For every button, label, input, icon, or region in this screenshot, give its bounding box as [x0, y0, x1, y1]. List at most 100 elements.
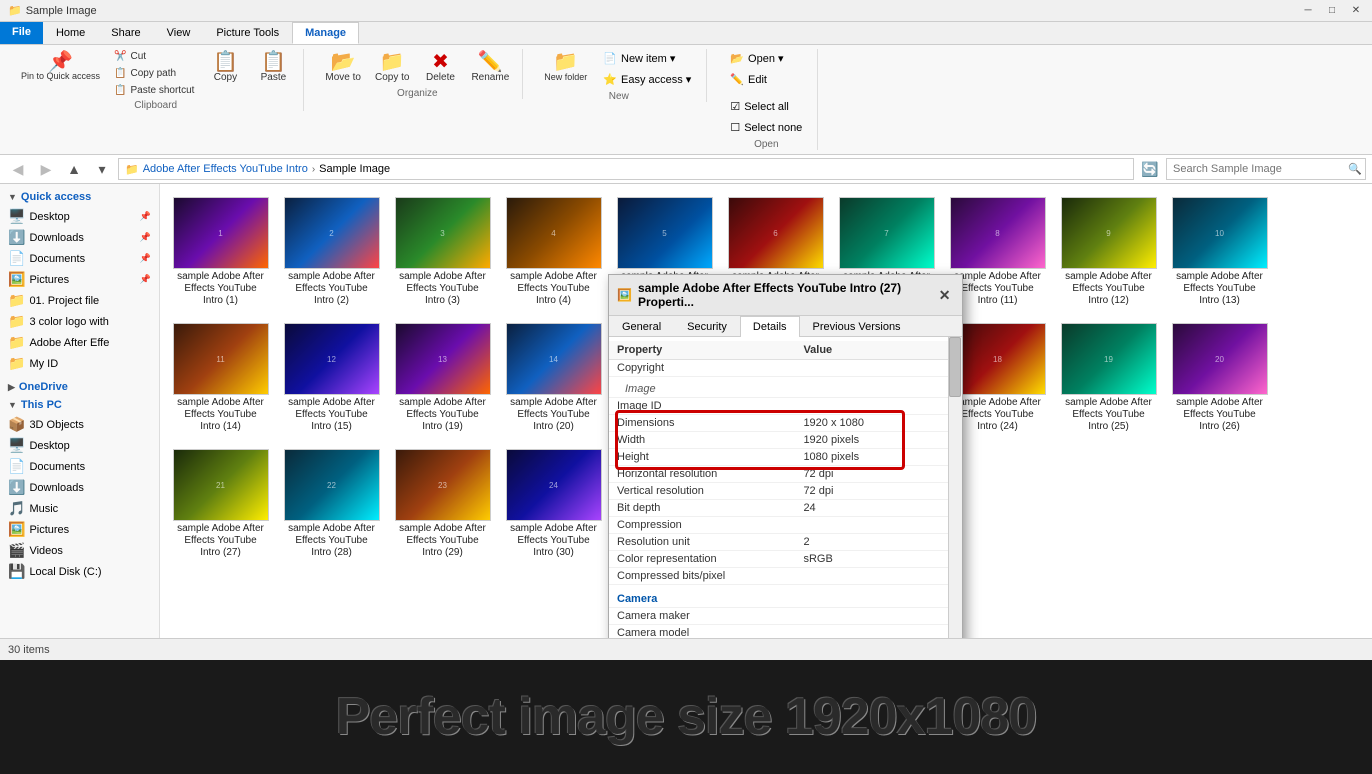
cut-button[interactable]: ✂️ Cut	[109, 49, 199, 64]
file-item[interactable]: 23 sample Adobe After Effects YouTube In…	[390, 444, 495, 564]
dialog-scroll-thumb[interactable]	[949, 337, 961, 397]
sidebar-item-pc-pictures[interactable]: 🖼️ Pictures	[0, 519, 159, 540]
file-item[interactable]: 10 sample Adobe After Effects YouTube In…	[1167, 192, 1272, 312]
new-folder-button[interactable]: 📁 New folder	[539, 49, 592, 85]
pin-button[interactable]: 📌 Pin to Quick access	[16, 49, 105, 85]
pin-indicator-pictures: 📌	[140, 274, 151, 285]
file-item[interactable]: 19 sample Adobe After Effects YouTube In…	[1056, 318, 1161, 438]
file-item[interactable]: 20 sample Adobe After Effects YouTube In…	[1167, 318, 1272, 438]
sidebar-item-3color[interactable]: 📁 3 color logo with	[0, 311, 159, 332]
maximize-button[interactable]: □	[1324, 4, 1340, 18]
sidebar-item-videos[interactable]: 🎬 Videos	[0, 540, 159, 561]
tab-share[interactable]: Share	[98, 22, 153, 44]
file-name: sample Adobe After Effects YouTube Intro…	[506, 271, 601, 307]
sidebar-item-adobe[interactable]: 📁 Adobe After Effe	[0, 332, 159, 353]
file-item[interactable]: 4 sample Adobe After Effects YouTube Int…	[501, 192, 606, 312]
easy-access-button[interactable]: ⭐ Easy access ▾	[596, 70, 698, 89]
tab-file[interactable]: File	[0, 22, 43, 44]
organize-group: 📂 Move to 📁 Copy to ✖ Delete ✏️ Rename O…	[312, 49, 523, 99]
tab-view[interactable]: View	[154, 22, 204, 44]
refresh-button[interactable]: 🔄	[1138, 158, 1162, 180]
file-item[interactable]: 11 sample Adobe After Effects YouTube In…	[168, 318, 273, 438]
rename-icon: ✏️	[478, 52, 503, 72]
copy-path-button[interactable]: 📋 Copy path	[109, 66, 199, 81]
thumb-label: 11	[214, 353, 226, 366]
music-icon: 🎵	[8, 500, 25, 517]
close-button[interactable]: ✕	[1348, 4, 1364, 18]
file-item[interactable]: 13 sample Adobe After Effects YouTube In…	[390, 318, 495, 438]
edit-button[interactable]: ✏️ Edit	[723, 70, 809, 89]
sidebar-item-documents[interactable]: 📄 Documents 📌	[0, 248, 159, 269]
file-name: sample Adobe After Effects YouTube Intro…	[284, 397, 379, 433]
title-bar-left: 📁 Sample Image	[8, 4, 97, 17]
sidebar-item-desktop[interactable]: 🖥️ Desktop 📌	[0, 206, 159, 227]
paste-button[interactable]: 📋 Paste	[251, 49, 295, 86]
minimize-button[interactable]: ─	[1300, 4, 1316, 18]
file-item[interactable]: 1 sample Adobe After Effects YouTube Int…	[168, 192, 273, 312]
sidebar-item-3dobjects[interactable]: 📦 3D Objects	[0, 414, 159, 435]
properties-dialog[interactable]: 🖼️ sample Adobe After Effects YouTube In…	[608, 274, 963, 638]
up-button[interactable]: ▲	[62, 158, 86, 180]
address-path[interactable]: 📁 Adobe After Effects YouTube Intro › Sa…	[118, 158, 1134, 180]
prop-property-cell: Bit depth	[609, 500, 795, 517]
paste-shortcut-button[interactable]: 📋 Paste shortcut	[109, 83, 199, 98]
file-item[interactable]: 2 sample Adobe After Effects YouTube Int…	[279, 192, 384, 312]
ribbon-content: 📌 Pin to Quick access ✂️ Cut 📋 Copy path…	[0, 45, 1372, 155]
path-icon: 📁	[125, 163, 139, 176]
copy-button[interactable]: 📋 Copy	[203, 49, 247, 86]
copy-to-button[interactable]: 📁 Copy to	[370, 49, 414, 86]
cut-icon: ✂️	[114, 51, 126, 62]
adobe-icon: 📁	[8, 334, 25, 351]
sidebar-item-local-disk[interactable]: 💾 Local Disk (C:)	[0, 561, 159, 582]
tab-manage[interactable]: Manage	[292, 22, 359, 44]
dialog-close-button[interactable]: ✕	[935, 285, 954, 305]
back-button[interactable]: ◀	[6, 158, 30, 180]
open-button[interactable]: 📂 Open ▾	[723, 49, 809, 68]
thumb-label: 23	[436, 479, 449, 492]
forward-button[interactable]: ▶	[34, 158, 58, 180]
documents-icon: 📄	[8, 250, 25, 267]
dialog-tab-security[interactable]: Security	[674, 316, 740, 337]
select-all-button[interactable]: ☑ Select all	[723, 97, 809, 116]
thumb-label: 24	[547, 479, 560, 492]
sidebar-item-downloads[interactable]: ⬇️ Downloads 📌	[0, 227, 159, 248]
onedrive-header[interactable]: ▶ OneDrive	[0, 378, 159, 396]
tab-picture-tools[interactable]: Picture Tools	[203, 22, 292, 44]
file-item[interactable]: 9 sample Adobe After Effects YouTube Int…	[1056, 192, 1161, 312]
delete-button[interactable]: ✖ Delete	[418, 49, 462, 86]
new-item-button[interactable]: 📄 New item ▾	[596, 49, 698, 68]
paste-shortcut-icon: 📋	[114, 85, 126, 96]
sidebar-label-desktop: Desktop	[29, 211, 69, 223]
file-item[interactable]: 12 sample Adobe After Effects YouTube In…	[279, 318, 384, 438]
file-item[interactable]: 21 sample Adobe After Effects YouTube In…	[168, 444, 273, 564]
dialog-tab-previous[interactable]: Previous Versions	[800, 316, 914, 337]
this-pc-label: This PC	[21, 399, 62, 411]
tab-home[interactable]: Home	[43, 22, 98, 44]
sidebar-item-myid[interactable]: 📁 My ID	[0, 353, 159, 374]
sidebar-item-pc-desktop[interactable]: 🖥️ Desktop	[0, 435, 159, 456]
new-label: New	[609, 91, 629, 102]
recent-button[interactable]: ▾	[90, 158, 114, 180]
file-item[interactable]: 24 sample Adobe After Effects YouTube In…	[501, 444, 606, 564]
file-item[interactable]: 22 sample Adobe After Effects YouTube In…	[279, 444, 384, 564]
dialog-tab-details[interactable]: Details	[740, 316, 800, 337]
this-pc-arrow: ▼	[8, 400, 17, 410]
sidebar-item-pictures[interactable]: 🖼️ Pictures 📌	[0, 269, 159, 290]
this-pc-header[interactable]: ▼ This PC	[0, 396, 159, 414]
sidebar-item-pc-documents[interactable]: 📄 Documents	[0, 456, 159, 477]
file-item[interactable]: 14 sample Adobe After Effects YouTube In…	[501, 318, 606, 438]
file-item[interactable]: 3 sample Adobe After Effects YouTube Int…	[390, 192, 495, 312]
pc-pictures-icon: 🖼️	[8, 521, 25, 538]
sidebar-item-music[interactable]: 🎵 Music	[0, 498, 159, 519]
select-none-button[interactable]: ☐ Select none	[723, 118, 809, 137]
sidebar-item-pc-downloads[interactable]: ⬇️ Downloads	[0, 477, 159, 498]
search-input[interactable]	[1166, 158, 1366, 180]
select-none-icon: ☐	[730, 121, 740, 134]
move-to-button[interactable]: 📂 Move to	[320, 49, 366, 86]
path-root: Adobe After Effects YouTube Intro	[143, 163, 308, 175]
quick-access-header[interactable]: ▼ Quick access	[0, 188, 159, 206]
sidebar-item-project[interactable]: 📁 01. Project file	[0, 290, 159, 311]
rename-button[interactable]: ✏️ Rename	[466, 49, 514, 86]
dialog-tab-general[interactable]: General	[609, 316, 674, 337]
dialog-scrollbar[interactable]	[948, 337, 962, 638]
